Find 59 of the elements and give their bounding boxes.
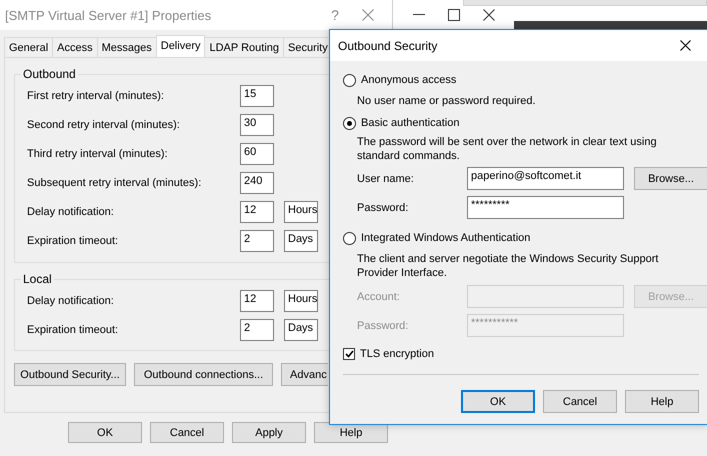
group-title: Local (22, 272, 53, 286)
dropdown-field[interactable]: Days (284, 319, 318, 341)
dialog-button[interactable]: Help (625, 390, 699, 413)
dialog-button[interactable]: Apply (232, 422, 306, 443)
tab[interactable]: General (4, 37, 54, 57)
checkbox-label[interactable]: TLS encryption (360, 348, 434, 360)
field-label: Delay notification: (27, 206, 115, 218)
field-label: Account: (357, 290, 401, 302)
radio-label[interactable]: Integrated Windows Authentication (361, 232, 530, 244)
input-field[interactable]: 2 (240, 319, 274, 341)
radio-label[interactable]: Basic authentication (361, 117, 460, 129)
dialog-button[interactable]: Cancel (543, 390, 617, 413)
tab[interactable]: Delivery (156, 35, 206, 57)
option-description: No user name or password required. (357, 94, 537, 109)
field-label: Password: (357, 320, 410, 332)
input-field[interactable]: 2 (240, 230, 274, 252)
group-title: Outbound (22, 67, 77, 81)
checkmark-icon (344, 350, 354, 358)
option-description: The password will be sent over the network in clear text using standard commands. (357, 135, 658, 163)
field-label: Second retry interval (minutes): (27, 119, 181, 131)
input-field[interactable]: 15 (240, 85, 274, 107)
maximize-icon[interactable] (448, 8, 460, 20)
field-label: User name: (357, 172, 415, 184)
browse-button[interactable]: Browse... (634, 167, 707, 190)
dialog-title: Outbound Security (338, 38, 438, 52)
window-title: [SMTP Virtual Server #1] Properties (5, 8, 212, 22)
dialog-button[interactable]: OK (461, 390, 535, 413)
field-label: Delay notification: (27, 295, 115, 307)
field-label: First retry interval (minutes): (27, 90, 165, 102)
dialog-button[interactable]: Outbound Security... (14, 363, 126, 386)
input-field[interactable]: paperino@softcomet.it (467, 167, 624, 190)
input-field[interactable]: 60 (240, 143, 274, 165)
dropdown-field[interactable]: Hours (284, 201, 318, 223)
radio-button[interactable] (343, 232, 356, 244)
dialog-button[interactable]: Advanc (281, 363, 328, 386)
field-label: Third retry interval (minutes): (27, 148, 169, 160)
dialog-button[interactable]: Cancel (150, 422, 224, 443)
dropdown-field[interactable]: Days (284, 230, 318, 252)
field-label: Password: (357, 202, 410, 214)
radio-label[interactable]: Anonymous access (361, 74, 456, 86)
field-label: Expiration timeout: (27, 324, 120, 336)
dialog-button[interactable]: Outbound connections... (134, 363, 273, 386)
dialog-button[interactable]: OK (68, 422, 142, 443)
input-field[interactable] (467, 285, 624, 308)
radio-button[interactable] (343, 74, 356, 86)
close-icon[interactable] (680, 40, 691, 51)
radio-button[interactable] (343, 116, 356, 130)
field-label: Subsequent retry interval (minutes): (27, 177, 202, 189)
input-field[interactable]: 12 (240, 290, 274, 312)
input-field[interactable]: 240 (240, 172, 274, 194)
dropdown-field[interactable]: Hours (284, 290, 318, 312)
input-field[interactable]: 12 (240, 201, 274, 223)
option-description: The client and server negotiate the Windows Security Support Provider Interface. (357, 252, 660, 280)
minimize-icon[interactable] (412, 14, 424, 15)
checkbox[interactable] (343, 348, 355, 360)
field-label: Expiration timeout: (27, 235, 120, 247)
input-field[interactable]: ********* (467, 196, 624, 219)
close-icon[interactable] (482, 8, 494, 20)
input-field[interactable]: 30 (240, 114, 274, 136)
